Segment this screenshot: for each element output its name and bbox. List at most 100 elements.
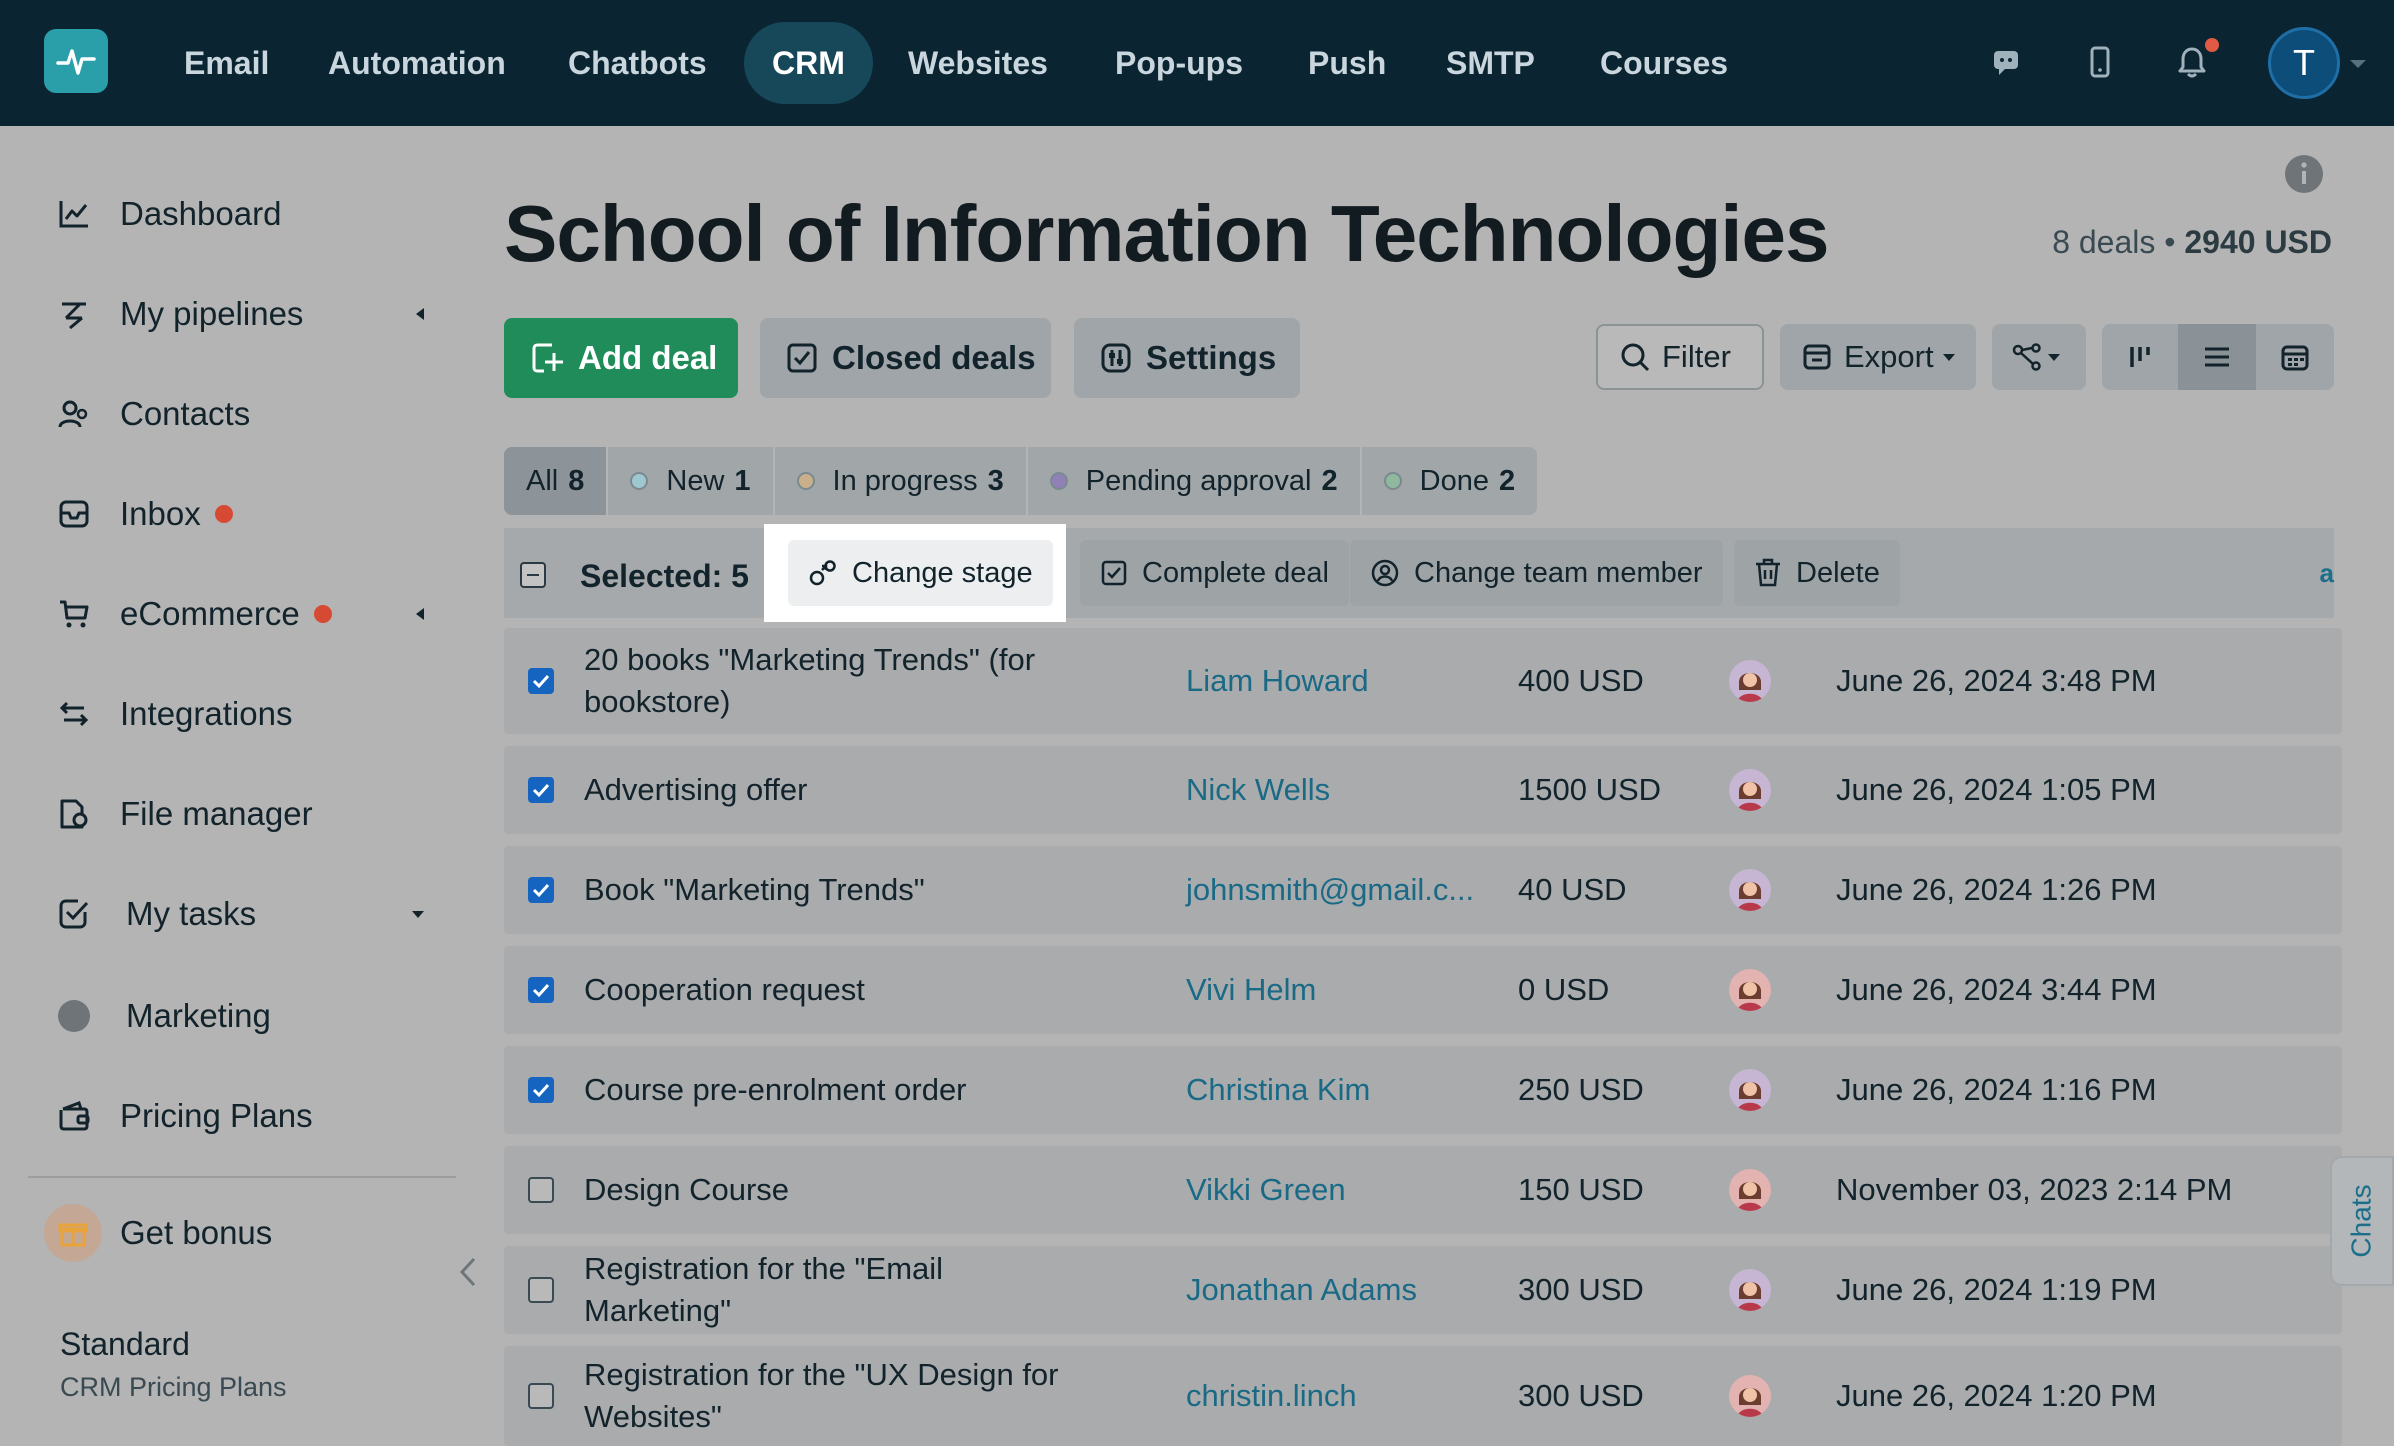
sidebar-item-contacts[interactable]: Contacts (56, 384, 426, 444)
nav-websites[interactable]: Websites (880, 22, 1076, 104)
deal-title[interactable]: Book "Marketing Trends" (584, 869, 1094, 911)
plan-subtitle[interactable]: CRM Pricing Plans (60, 1372, 287, 1403)
row-checkbox[interactable] (528, 1177, 554, 1203)
deal-contact-link[interactable]: Vikki Green (1186, 1172, 1346, 1208)
sidebar-item-file-manager[interactable]: File manager (56, 784, 426, 844)
table-row[interactable]: Course pre-enrolment order Christina Kim 2… (504, 1046, 2342, 1134)
nav-email[interactable]: Email (156, 22, 297, 104)
file-icon (56, 796, 92, 832)
stage-tab[interactable]: All 8 (504, 447, 609, 515)
more-link[interactable]: a (2320, 558, 2334, 589)
list-view-icon[interactable] (2178, 324, 2256, 390)
user-avatar[interactable]: T (2268, 27, 2340, 99)
stage-tab[interactable]: Pending approval 2 (1028, 447, 1362, 515)
row-checkbox[interactable] (528, 877, 554, 903)
summary-separator: • (2164, 224, 2176, 260)
row-checkbox[interactable] (528, 1077, 554, 1103)
sidebar-item-marketing[interactable]: Marketing (56, 986, 426, 1046)
automation-flow-button[interactable] (1992, 324, 2086, 390)
chats-tab[interactable]: Chats (2330, 1156, 2394, 1286)
table-row[interactable]: Registration for the "UX Design for Webs… (504, 1346, 2342, 1446)
team-member-avatar[interactable] (1729, 660, 1771, 702)
sidebar-item-pricing[interactable]: Pricing Plans (56, 1086, 426, 1146)
nav-push[interactable]: Push (1280, 22, 1414, 104)
stage-tab[interactable]: New 1 (608, 447, 775, 515)
stage-tab[interactable]: In progress 3 (775, 447, 1028, 515)
team-member-avatar[interactable] (1729, 1169, 1771, 1211)
deal-contact-link[interactable]: Vivi Helm (1186, 972, 1316, 1008)
change-team-member-button[interactable]: Change team member (1350, 540, 1723, 606)
gift-icon (44, 1204, 102, 1262)
calendar-view-icon[interactable] (2256, 324, 2334, 390)
closed-deals-button[interactable]: Closed deals (760, 318, 1051, 398)
nav-courses[interactable]: Courses (1572, 22, 1756, 104)
nav-automation[interactable]: Automation (300, 22, 534, 104)
sidebar-item-ecommerce[interactable]: eCommerce (56, 584, 426, 644)
deal-title[interactable]: Registration for the "Email Marketing" (584, 1248, 1094, 1332)
kanban-view-icon[interactable] (2102, 324, 2178, 390)
logo-icon[interactable] (44, 29, 108, 93)
team-member-avatar[interactable] (1729, 1375, 1771, 1417)
nav-popups[interactable]: Pop-ups (1087, 22, 1271, 104)
get-bonus-button[interactable]: Get bonus (44, 1203, 426, 1263)
row-checkbox[interactable] (528, 1277, 554, 1303)
plan-name[interactable]: Standard (60, 1326, 190, 1363)
table-row[interactable]: Book "Marketing Trends" johnsmith@gmail.c… (504, 846, 2342, 934)
chevron-down-icon[interactable] (2350, 60, 2366, 68)
selected-count: Selected: 5 (580, 558, 749, 594)
row-checkbox[interactable] (528, 668, 554, 694)
team-member-avatar[interactable] (1729, 869, 1771, 911)
deal-title[interactable]: Cooperation request (584, 969, 1094, 1011)
add-deal-button[interactable]: Add deal (504, 318, 738, 398)
table-row[interactable]: Cooperation request Vivi Helm 0 USD June 26… (504, 946, 2342, 1034)
table-row[interactable]: Registration for the "Email Marketing" Jo… (504, 1246, 2342, 1334)
chevron-down-icon[interactable] (410, 908, 426, 920)
team-member-avatar[interactable] (1729, 969, 1771, 1011)
collapse-sidebar-icon[interactable] (458, 1255, 478, 1289)
nav-smtp[interactable]: SMTP (1418, 22, 1563, 104)
row-checkbox[interactable] (528, 977, 554, 1003)
delete-button[interactable]: Delete (1734, 540, 1900, 606)
team-member-avatar[interactable] (1729, 769, 1771, 811)
table-row[interactable]: Advertising offer Nick Wells 1500 USD June … (504, 746, 2342, 834)
mobile-icon[interactable] (2078, 40, 2122, 84)
complete-deal-button[interactable]: Complete deal (1080, 540, 1349, 606)
export-icon (1802, 342, 1832, 372)
deal-contact-link[interactable]: christin.linch (1186, 1378, 1357, 1414)
deal-title[interactable]: Course pre-enrolment order (584, 1069, 1094, 1111)
deal-title[interactable]: 20 books "Marketing Trends" (for booksto… (584, 639, 1094, 723)
stage-color-dot (1383, 472, 1402, 490)
sidebar-item-inbox[interactable]: Inbox (56, 484, 426, 544)
deal-title[interactable]: Advertising offer (584, 769, 1094, 811)
deal-contact-link[interactable]: Nick Wells (1186, 772, 1330, 808)
deal-contact-link[interactable]: Liam Howard (1186, 663, 1369, 699)
stage-tab[interactable]: Done 2 (1362, 447, 1537, 515)
deal-contact-link[interactable]: Christina Kim (1186, 1072, 1370, 1108)
nav-crm[interactable]: CRM (744, 22, 873, 104)
sidebar-item-pipelines[interactable]: My pipelines (56, 284, 426, 344)
chat-icon[interactable] (1984, 40, 2028, 84)
deal-contact-link[interactable]: Jonathan Adams (1186, 1272, 1417, 1308)
filter-button[interactable]: Filter (1596, 324, 1764, 390)
settings-button[interactable]: Settings (1074, 318, 1300, 398)
deal-title[interactable]: Registration for the "UX Design for Webs… (584, 1354, 1094, 1438)
team-member-avatar[interactable] (1729, 1069, 1771, 1111)
export-button[interactable]: Export (1780, 324, 1976, 390)
chevron-left-icon[interactable] (414, 606, 426, 622)
sidebar-item-dashboard[interactable]: Dashboard (56, 184, 426, 244)
table-row[interactable]: Design Course Vikki Green 150 USD November … (504, 1146, 2342, 1234)
select-all-checkbox[interactable] (520, 562, 546, 588)
chevron-left-icon[interactable] (414, 306, 426, 322)
check-square-icon (786, 342, 818, 374)
row-checkbox[interactable] (528, 1383, 554, 1409)
nav-chatbots[interactable]: Chatbots (540, 22, 735, 104)
row-checkbox[interactable] (528, 777, 554, 803)
table-row[interactable]: 20 books "Marketing Trends" (for booksto… (504, 628, 2342, 734)
sidebar-item-integrations[interactable]: Integrations (56, 684, 426, 744)
deal-contact-link[interactable]: johnsmith@gmail.c... (1186, 872, 1474, 908)
deal-title[interactable]: Design Course (584, 1169, 1094, 1211)
change-stage-button[interactable]: Change stage (788, 540, 1053, 606)
info-icon[interactable] (2284, 154, 2324, 194)
team-member-avatar[interactable] (1729, 1269, 1771, 1311)
sidebar-item-tasks[interactable]: My tasks (56, 884, 426, 944)
